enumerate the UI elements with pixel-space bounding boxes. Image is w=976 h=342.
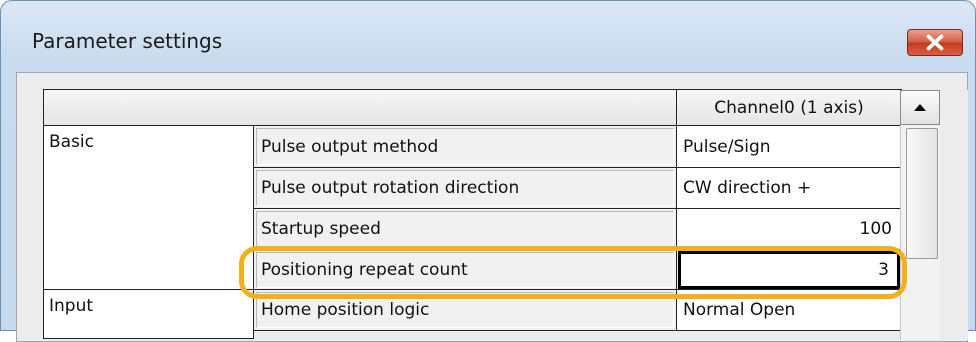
param-label-positioning-repeat-count: Positioning repeat count bbox=[253, 249, 677, 291]
param-label-text: Pulse output method bbox=[261, 136, 439, 157]
category-label: Input bbox=[49, 296, 94, 316]
param-value-text: 3 bbox=[878, 260, 889, 280]
scroll-up-arrow-icon bbox=[914, 104, 926, 111]
param-value-home-position-logic[interactable]: Normal Open bbox=[676, 289, 902, 331]
category-basic: Basic bbox=[43, 125, 254, 290]
close-icon bbox=[926, 34, 944, 51]
column-header-label: Channel0 (1 axis) bbox=[714, 97, 864, 118]
param-value-positioning-repeat-count[interactable]: 3 bbox=[678, 251, 900, 289]
param-label-text: Positioning repeat count bbox=[261, 260, 468, 280]
panel-edge bbox=[940, 90, 968, 340]
param-value-text: Pulse/Sign bbox=[683, 136, 771, 157]
param-value-startup-speed[interactable]: 100 bbox=[676, 208, 902, 250]
param-value-pulse-output-method[interactable]: Pulse/Sign bbox=[676, 125, 902, 168]
param-label-pulse-output-rotation-direction: Pulse output rotation direction bbox=[253, 167, 677, 209]
param-value-text: CW direction + bbox=[683, 178, 812, 198]
window-title: Parameter settings bbox=[32, 29, 223, 53]
param-label-startup-speed: Startup speed bbox=[253, 208, 677, 250]
category-input: Input bbox=[43, 289, 254, 339]
param-label-pulse-output-method: Pulse output method bbox=[253, 125, 677, 168]
column-header-channel0[interactable]: Channel0 (1 axis) bbox=[676, 89, 902, 126]
param-label-text: Home position logic bbox=[261, 300, 430, 320]
scrollbar-thumb[interactable] bbox=[906, 128, 938, 259]
close-button[interactable] bbox=[907, 29, 963, 56]
param-label-text: Startup speed bbox=[261, 219, 381, 239]
category-label: Basic bbox=[49, 132, 95, 152]
corner-header bbox=[43, 89, 677, 126]
scroll-up-button[interactable] bbox=[900, 90, 940, 125]
param-value-text: 100 bbox=[859, 219, 892, 239]
param-value-text: Normal Open bbox=[683, 300, 796, 320]
param-label-home-position-logic: Home position logic bbox=[253, 289, 677, 331]
param-value-pulse-output-rotation-direction[interactable]: CW direction + bbox=[676, 167, 902, 209]
param-label-text: Pulse output rotation direction bbox=[261, 178, 520, 198]
